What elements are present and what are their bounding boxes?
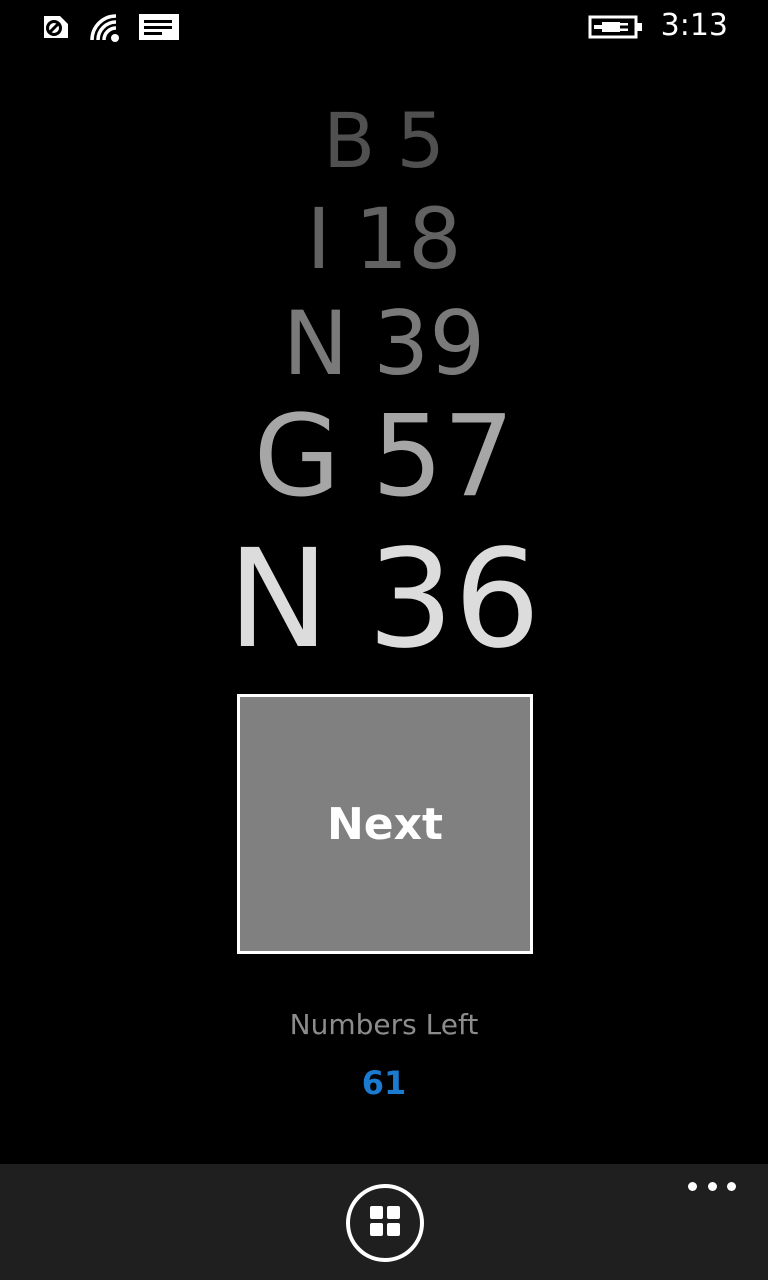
status-bar: 3:13 (0, 0, 768, 56)
next-button[interactable]: Next (237, 694, 533, 954)
app-bar (0, 1164, 768, 1280)
call-letter: N (227, 521, 330, 679)
call-number: 57 (371, 392, 515, 522)
message-icon (138, 13, 180, 45)
call-number: 39 (373, 292, 486, 395)
app-bar-grid-button[interactable] (346, 1184, 424, 1262)
grid-icon (368, 1204, 402, 1242)
call-letter: I (306, 190, 332, 288)
call-letter: G (253, 392, 341, 522)
called-number: N 39 (0, 292, 768, 396)
next-button-label: Next (326, 798, 444, 850)
numbers-left-count: 61 (361, 1064, 407, 1102)
data-sense-icon (38, 12, 70, 46)
wifi-icon (88, 12, 122, 46)
call-letter: B (323, 96, 376, 185)
call-number: 18 (354, 190, 462, 288)
battery-charging-icon (588, 14, 644, 44)
ellipsis-icon[interactable] (688, 1178, 736, 1194)
called-number: G 57 (0, 395, 768, 519)
numbers-left-label: Numbers Left (289, 1008, 479, 1041)
called-number: I 18 (0, 190, 768, 288)
called-number-current: N 36 (0, 525, 768, 675)
called-number-oldest: B5 (0, 96, 768, 186)
call-letter: N (282, 292, 349, 395)
call-number: 5 (396, 96, 445, 185)
call-number: 36 (367, 521, 541, 679)
status-time: 3:13 (660, 8, 728, 43)
